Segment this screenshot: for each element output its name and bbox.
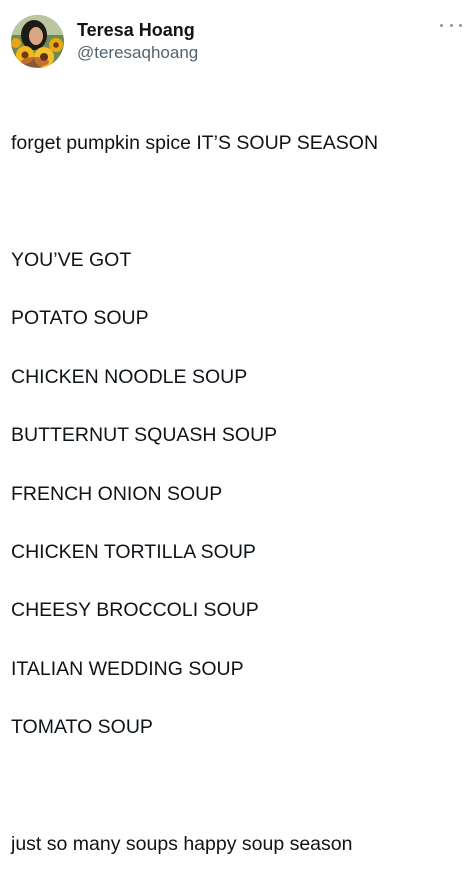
more-dot <box>440 23 443 27</box>
tweet-line: POTATO SOUP <box>11 307 149 330</box>
tweet-line: CHICKEN NOODLE SOUP <box>11 365 248 388</box>
tweet-line: CHEESY BROCCOLI SOUP <box>11 599 259 622</box>
more-dot <box>459 23 462 27</box>
author-names: Teresa Hoang @teresaqhoang <box>77 18 198 64</box>
tweet-line: BUTTERNUT SQUASH SOUP <box>11 424 278 447</box>
tweet-line: TOMATO SOUP <box>11 716 153 739</box>
author-handle[interactable]: @teresaqhoang <box>77 42 198 64</box>
tweet-line: CHICKEN TORTILLA SOUP <box>11 540 256 563</box>
more-options-icon[interactable] <box>440 20 462 30</box>
tweet-card: Teresa Hoang @teresaqhoang forget pumpki… <box>0 0 474 855</box>
tweet-header: Teresa Hoang @teresaqhoang <box>11 13 198 69</box>
author-display-name[interactable]: Teresa Hoang <box>77 18 198 42</box>
tweet-line: FRENCH ONION SOUP <box>11 482 223 505</box>
avatar[interactable] <box>11 14 64 68</box>
tweet-text: forget pumpkin spice IT’S SOUP SEASON YO… <box>11 100 463 888</box>
tweet-line: ITALIAN WEDDING SOUP <box>11 657 244 680</box>
tweet-line: just so many soups happy soup season <box>11 832 353 855</box>
profile-photo-icon <box>11 14 64 68</box>
tweet-line: YOU’VE GOT <box>11 248 132 271</box>
tweet-line: forget pumpkin spice IT’S SOUP SEASON <box>11 132 379 155</box>
more-dot <box>449 23 453 27</box>
